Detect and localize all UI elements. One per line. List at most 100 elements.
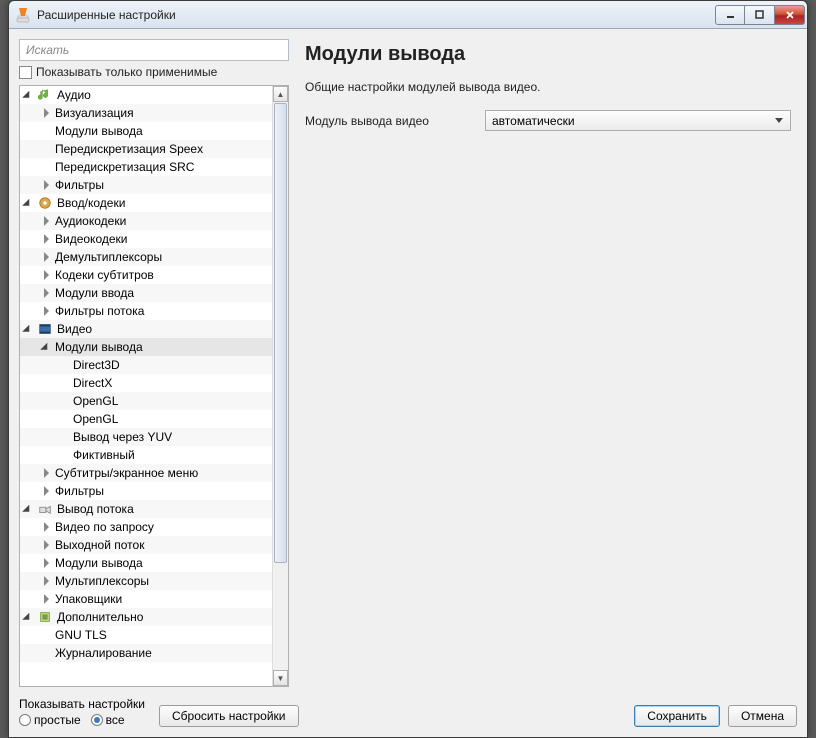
- scroll-thumb[interactable]: [274, 103, 287, 563]
- minimize-button[interactable]: [715, 5, 745, 25]
- collapse-icon[interactable]: [42, 594, 53, 605]
- show-settings-label: Показывать настройки: [19, 697, 145, 711]
- search-input[interactable]: Искать: [19, 39, 289, 61]
- tree-item-label: Видеокодеки: [55, 230, 127, 248]
- reset-button[interactable]: Сбросить настройки: [159, 705, 298, 727]
- tree-item[interactable]: Ввод/кодеки: [20, 194, 272, 212]
- codec-icon: [37, 195, 53, 211]
- tree-item-label: Кодеки субтитров: [55, 266, 154, 284]
- tree-item-label: Аудио: [57, 86, 91, 104]
- tree-item-label: Передискретизация Speex: [55, 140, 203, 158]
- tree-item[interactable]: Direct3D: [20, 356, 272, 374]
- collapse-icon[interactable]: [42, 306, 53, 317]
- tree-item-label: Журналирование: [55, 644, 152, 662]
- tree-item[interactable]: Модули вывода: [20, 122, 272, 140]
- tree-item[interactable]: Видео по запросу: [20, 518, 272, 536]
- video-icon: [37, 321, 53, 337]
- expand-icon[interactable]: [24, 504, 35, 515]
- radio-all-indicator: [91, 714, 103, 726]
- tree-item-label: Демультиплексоры: [55, 248, 162, 266]
- tree-item[interactable]: Модули вывода: [20, 338, 272, 356]
- tree-item[interactable]: Визуализация: [20, 104, 272, 122]
- video-output-row: Модуль вывода видео автоматически: [305, 110, 791, 131]
- collapse-icon[interactable]: [42, 486, 53, 497]
- tree-item[interactable]: Фильтры: [20, 176, 272, 194]
- close-button[interactable]: [775, 5, 805, 25]
- tree-item-label: Фиктивный: [73, 446, 135, 464]
- tree-item-label: Вывод потока: [57, 500, 134, 518]
- tree-item-label: Ввод/кодеки: [57, 194, 125, 212]
- tree-item[interactable]: Видеокодеки: [20, 230, 272, 248]
- tree-item-label: Модули вывода: [55, 122, 143, 140]
- tree-item-label: Выходной поток: [55, 536, 144, 554]
- collapse-icon[interactable]: [42, 522, 53, 533]
- tree-item[interactable]: Фильтры: [20, 482, 272, 500]
- radio-simple[interactable]: простые: [19, 713, 81, 727]
- tree-item[interactable]: Аудио: [20, 86, 272, 104]
- expand-icon[interactable]: [24, 198, 35, 209]
- tree-item[interactable]: Дополнительно: [20, 608, 272, 626]
- window: Расширенные настройки Искать Показывать …: [8, 0, 808, 738]
- collapse-icon[interactable]: [42, 540, 53, 551]
- page-description: Общие настройки модулей вывода видео.: [305, 80, 791, 94]
- video-output-dropdown[interactable]: автоматически: [485, 110, 791, 131]
- radio-all[interactable]: все: [91, 713, 125, 727]
- tree-item-label: Визуализация: [55, 104, 134, 122]
- collapse-icon[interactable]: [42, 108, 53, 119]
- maximize-button[interactable]: [745, 5, 775, 25]
- tree-item-label: Модули ввода: [55, 284, 134, 302]
- tree-item[interactable]: GNU TLS: [20, 626, 272, 644]
- tree-item[interactable]: Фиктивный: [20, 446, 272, 464]
- tree-item[interactable]: Передискретизация Speex: [20, 140, 272, 158]
- tree-item[interactable]: Фильтры потока: [20, 302, 272, 320]
- tree-item-label: Фильтры потока: [55, 302, 144, 320]
- tree-item[interactable]: OpenGL: [20, 392, 272, 410]
- tree-item[interactable]: Выходной поток: [20, 536, 272, 554]
- collapse-icon[interactable]: [42, 234, 53, 245]
- collapse-icon[interactable]: [42, 558, 53, 569]
- tree-item[interactable]: Мультиплексоры: [20, 572, 272, 590]
- tree-item[interactable]: Модули ввода: [20, 284, 272, 302]
- radio-simple-indicator: [19, 714, 31, 726]
- tree-item[interactable]: Субтитры/экранное меню: [20, 464, 272, 482]
- tree-item[interactable]: Журналирование: [20, 644, 272, 662]
- app-icon: [15, 7, 31, 23]
- cancel-button[interactable]: Отмена: [728, 705, 797, 727]
- collapse-icon[interactable]: [42, 270, 53, 281]
- tree-item-label: Видео: [57, 320, 92, 338]
- bottom-bar: Показывать настройки простые все Сбросит…: [19, 687, 797, 727]
- tree-item[interactable]: Вывод потока: [20, 500, 272, 518]
- collapse-icon[interactable]: [42, 216, 53, 227]
- collapse-icon[interactable]: [42, 180, 53, 191]
- stream-icon: [37, 501, 53, 517]
- scroll-down-button[interactable]: ▼: [273, 670, 288, 686]
- tree-item[interactable]: Упаковщики: [20, 590, 272, 608]
- tree-item[interactable]: Демультиплексоры: [20, 248, 272, 266]
- tree-item[interactable]: DirectX: [20, 374, 272, 392]
- titlebar[interactable]: Расширенные настройки: [9, 1, 807, 29]
- tree-item-label: Фильтры: [55, 482, 104, 500]
- tree-item[interactable]: Видео: [20, 320, 272, 338]
- save-button[interactable]: Сохранить: [634, 705, 720, 727]
- expand-icon[interactable]: [24, 612, 35, 623]
- collapse-icon[interactable]: [42, 468, 53, 479]
- settings-mode-group: Показывать настройки простые все: [19, 697, 145, 727]
- tree-item[interactable]: Модули вывода: [20, 554, 272, 572]
- scrollbar[interactable]: ▲ ▼: [272, 86, 288, 686]
- tree-item[interactable]: Кодеки субтитров: [20, 266, 272, 284]
- checkbox-box: [19, 66, 32, 79]
- tree-item-label: Видео по запросу: [55, 518, 154, 536]
- collapse-icon[interactable]: [42, 252, 53, 263]
- tree-item-label: Модули вывода: [55, 554, 143, 572]
- tree-item[interactable]: Вывод через YUV: [20, 428, 272, 446]
- scroll-up-button[interactable]: ▲: [273, 86, 288, 102]
- expand-icon[interactable]: [24, 324, 35, 335]
- collapse-icon[interactable]: [42, 576, 53, 587]
- tree-item[interactable]: Передискретизация SRC: [20, 158, 272, 176]
- collapse-icon[interactable]: [42, 288, 53, 299]
- tree-item[interactable]: Аудиокодеки: [20, 212, 272, 230]
- expand-icon[interactable]: [42, 342, 53, 353]
- tree-item[interactable]: OpenGL: [20, 410, 272, 428]
- expand-icon[interactable]: [24, 90, 35, 101]
- show-applicable-checkbox[interactable]: Показывать только применимые: [19, 65, 289, 79]
